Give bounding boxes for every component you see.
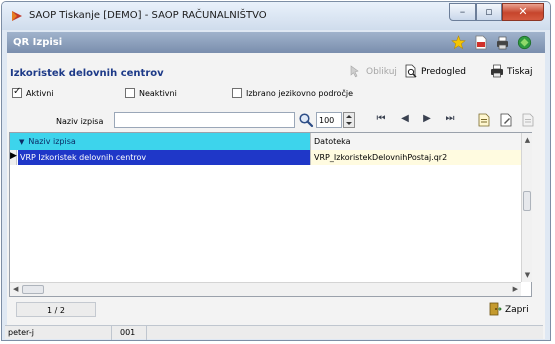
status-code: 001 <box>117 326 147 340</box>
cell-datoteka[interactable]: VRP_IzkoristekDelovnihPostaj.qr2 <box>310 150 521 165</box>
printer-icon <box>491 64 503 78</box>
zoom-input[interactable]: 100 <box>316 112 342 128</box>
scroll-right-icon[interactable]: ▶ <box>513 285 518 293</box>
new-document-icon[interactable] <box>477 113 491 127</box>
module-header: QR Izpisi <box>7 32 545 53</box>
row-selector[interactable]: ▶ <box>10 150 17 165</box>
close-window-button[interactable]: ✕ <box>502 3 544 21</box>
sort-desc-icon: ▼ <box>19 138 25 146</box>
scroll-left-icon[interactable]: ◀ <box>13 285 18 293</box>
checkbox-label: Neaktivni <box>139 89 177 98</box>
scroll-down-icon[interactable]: ▼ <box>522 271 533 279</box>
delete-icon[interactable] <box>521 113 535 127</box>
previous-record-button[interactable]: ◀ <box>398 113 412 127</box>
status-extra <box>151 326 541 340</box>
cell-naziv-izpisa[interactable]: VRP Izkoristek delovnih centrov <box>18 150 310 165</box>
design-icon <box>350 65 359 78</box>
horizontal-scrollbar[interactable]: ◀ ▶ <box>10 282 521 296</box>
zoom-icon <box>346 115 352 125</box>
checkbox-box[interactable]: ✓ <box>12 86 22 98</box>
record-counter: 1 / 2 <box>16 302 96 317</box>
printer-settings-icon[interactable] <box>495 35 510 50</box>
module-title: QR Izpisi <box>13 37 63 48</box>
checkbox-label: Aktivni <box>26 89 54 98</box>
search-icon[interactable] <box>298 112 314 128</box>
checkbox-box[interactable] <box>125 88 135 98</box>
star-icon[interactable] <box>451 35 466 50</box>
column-header-naziv-izpisa[interactable]: ▼ Naziv izpisa <box>10 133 310 150</box>
table-row[interactable]: ▶ VRP Izkoristek delovnih centrov VRP_Iz… <box>10 150 521 165</box>
design-label: Oblikuj <box>366 67 397 77</box>
column-header-datoteka[interactable]: Datoteka <box>310 133 522 150</box>
maximize-button[interactable]: ▫ <box>476 3 502 21</box>
vertical-scrollbar[interactable]: ▲ ▼ <box>521 133 532 282</box>
scroll-thumb[interactable] <box>523 191 531 211</box>
title-bar[interactable]: SAOP Tiskanje [DEMO] - SAOP RAČUNALNIŠTV… <box>2 2 550 30</box>
current-row-icon: ▶ <box>10 151 17 161</box>
pdf-icon[interactable] <box>473 35 488 50</box>
preview-icon <box>405 64 417 78</box>
minimize-icon: – <box>459 5 466 18</box>
scroll-up-icon[interactable]: ▲ <box>522 136 533 144</box>
edit-icon[interactable] <box>499 113 513 127</box>
last-record-button[interactable]: ⏭ <box>443 113 457 127</box>
status-user: peter-j <box>5 326 112 340</box>
search-label: Naziv izpisa <box>56 117 104 126</box>
help-icon[interactable] <box>517 35 532 50</box>
status-bar: peter-j 001 <box>5 325 543 340</box>
maximize-icon: ▫ <box>485 5 493 18</box>
search-input[interactable] <box>114 112 295 128</box>
door-exit-icon <box>489 302 502 316</box>
preview-label: Predogled <box>421 67 466 77</box>
window-title: SAOP Tiskanje [DEMO] - SAOP RAČUNALNIŠTV… <box>29 10 267 21</box>
minimize-button[interactable]: – <box>449 3 476 21</box>
column-header-label: Datoteka <box>314 137 351 146</box>
close-icon: ✕ <box>518 5 528 18</box>
checkbox-box[interactable] <box>232 88 242 98</box>
print-label: Tiskaj <box>507 67 533 77</box>
form-title: Izkoristek delovnih centrov <box>10 68 164 79</box>
next-record-button[interactable]: ▶ <box>420 113 434 127</box>
close-label: Zapri <box>505 305 529 315</box>
app-logo-icon <box>12 11 22 21</box>
checkbox-label: Izbrano jezikovno področje <box>246 89 353 98</box>
reports-table: ▼ Naziv izpisa Datoteka ▲ ▼ ▶ VRP Izkoris… <box>9 132 532 297</box>
check-icon: ✓ <box>13 86 22 97</box>
first-record-button[interactable]: ⏮ <box>374 113 388 127</box>
column-header-label: Naziv izpisa <box>28 137 76 146</box>
zoom-stepper[interactable] <box>343 112 355 128</box>
scroll-thumb[interactable] <box>22 285 44 294</box>
